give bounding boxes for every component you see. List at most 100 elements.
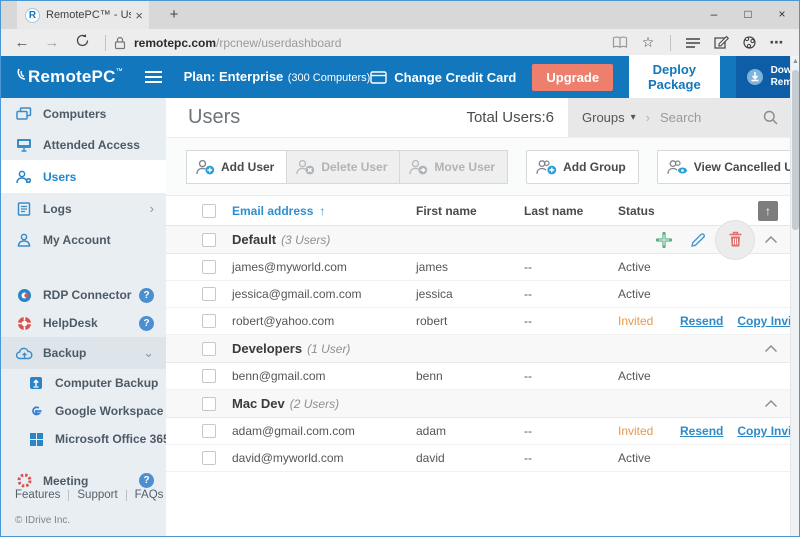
maximize-button[interactable]: □ <box>731 1 765 29</box>
tab-close-icon[interactable]: × <box>135 8 143 23</box>
sidebar-item-computer-backup[interactable]: Computer Backup <box>1 369 166 397</box>
favorites-star-icon[interactable]: ☆ <box>634 34 662 51</box>
user-checkbox[interactable] <box>202 287 216 301</box>
collapse-group-icon[interactable] <box>764 235 778 244</box>
page-scrollbar[interactable]: ▲ <box>790 56 799 536</box>
sidebar-spacer <box>1 255 166 281</box>
help-badge-icon[interactable]: ? <box>139 473 154 488</box>
close-button[interactable]: × <box>765 1 799 29</box>
sidebar-item-label: Computer Backup <box>55 376 158 390</box>
group-checkbox[interactable] <box>202 342 216 356</box>
sidebar-item-label: Meeting <box>43 474 88 488</box>
move-user-button[interactable]: Move User <box>399 150 508 184</box>
reading-view-icon[interactable] <box>606 36 634 49</box>
url-box[interactable]: remotepc.com/rpcnew/userdashboard <box>114 32 606 53</box>
move-user-label: Move User <box>434 160 495 174</box>
user-checkbox[interactable] <box>202 424 216 438</box>
share-icon[interactable] <box>735 35 763 50</box>
groups-dropdown-label: Groups <box>582 110 625 125</box>
group-checkbox-cell <box>166 397 216 411</box>
sidebar-item-rdp-connector[interactable]: RDP Connector ? <box>1 281 166 309</box>
remotepc-logo[interactable]: RemotePC ™ <box>15 67 123 87</box>
web-note-icon[interactable] <box>707 35 735 50</box>
sidebar-item-my-account[interactable]: My Account <box>1 224 166 255</box>
collapse-group-icon[interactable] <box>764 399 778 408</box>
minimize-button[interactable]: – <box>697 1 731 29</box>
back-button[interactable]: ← <box>7 34 37 51</box>
group-checkbox[interactable] <box>202 233 216 247</box>
hub-icon[interactable] <box>679 37 707 49</box>
user-email: adam@gmail.com.com <box>216 424 416 438</box>
user-checkbox[interactable] <box>202 314 216 328</box>
search-icon[interactable] <box>763 110 778 125</box>
faqs-link[interactable]: FAQs <box>135 489 164 501</box>
sidebar-item-computers[interactable]: Computers <box>1 98 166 129</box>
support-link[interactable]: Support <box>77 489 117 501</box>
sidebar-item-attended-access[interactable]: Attended Access <box>1 129 166 160</box>
sidebar-item-google-workspace[interactable]: Google Workspace <box>1 397 166 425</box>
sidebar-item-logs[interactable]: Logs › <box>1 193 166 224</box>
forward-button[interactable]: → <box>37 34 67 51</box>
delete-user-button[interactable]: Delete User <box>286 150 400 184</box>
page-header-right: Total Users:6 Groups ▾ › <box>466 98 790 137</box>
group-checkbox-cell <box>166 342 216 356</box>
edit-group-icon[interactable] <box>688 230 708 250</box>
sidebar-item-users[interactable]: Users <box>1 160 166 193</box>
scrollbar-thumb[interactable] <box>792 70 799 230</box>
browser-tab[interactable]: R RemotePC™ - User Man × <box>17 1 149 29</box>
user-first-name: adam <box>416 424 524 438</box>
sidebar-item-label: Attended Access <box>43 138 140 152</box>
groups-dropdown[interactable]: Groups ▾ <box>582 110 636 125</box>
user-checkbox[interactable] <box>202 260 216 274</box>
sidebar-spacer <box>1 453 166 465</box>
user-email: david@myworld.com <box>216 451 416 465</box>
rdp-connector-icon <box>15 288 33 303</box>
microsoft-office-icon <box>27 433 45 446</box>
user-checkbox-cell <box>166 451 216 465</box>
deploy-package-button[interactable]: Deploy Package <box>629 55 719 99</box>
add-user-button[interactable]: Add User <box>186 150 287 184</box>
add-group-button[interactable]: Add Group <box>526 150 639 184</box>
resend-link[interactable]: Resend <box>680 424 723 438</box>
view-cancelled-users-button[interactable]: View Cancelled Users <box>657 150 800 184</box>
upgrade-button[interactable]: Upgrade <box>532 64 613 91</box>
logs-icon <box>15 202 33 216</box>
more-actions-icon[interactable]: ⋯ <box>763 34 791 51</box>
resend-link[interactable]: Resend <box>680 314 723 328</box>
help-badge-icon[interactable]: ? <box>139 316 154 331</box>
url-path: /rpcnew/userdashboard <box>216 36 341 50</box>
tab-title: RemotePC™ - User Man <box>46 9 131 21</box>
user-checkbox[interactable] <box>202 369 216 383</box>
user-email: benn@gmail.com <box>216 369 416 383</box>
attended-access-icon <box>15 138 33 152</box>
sidebar-item-backup[interactable]: Backup ⌄ <box>1 337 166 369</box>
collapse-group-icon[interactable] <box>764 344 778 353</box>
move-user-icon <box>409 159 428 175</box>
download-icon <box>746 68 764 86</box>
delete-group-icon[interactable] <box>716 221 754 259</box>
scrollbar-up-arrow-icon[interactable]: ▲ <box>791 56 800 68</box>
scroll-to-top-button[interactable]: ↑ <box>758 201 778 221</box>
user-email: robert@yahoo.com <box>216 314 416 328</box>
change-credit-card-link[interactable]: Change Credit Card <box>370 70 516 85</box>
app-header: RemotePC ™ Plan: Enterprise (300 Compute… <box>1 56 799 98</box>
sidebar-item-helpdesk[interactable]: HelpDesk ? <box>1 309 166 337</box>
select-all-checkbox[interactable] <box>202 204 216 218</box>
user-last-name: -- <box>524 424 618 438</box>
user-status-cell: Active <box>618 369 790 383</box>
group-actions <box>754 344 778 353</box>
menu-hamburger-icon[interactable] <box>145 68 162 86</box>
add-user-to-group-icon[interactable] <box>654 230 674 250</box>
users-icon <box>15 170 33 184</box>
user-checkbox[interactable] <box>202 451 216 465</box>
help-badge-icon[interactable]: ? <box>139 288 154 303</box>
search-input[interactable] <box>660 110 740 125</box>
user-row: david@myworld.comdavid--Active <box>166 445 790 472</box>
refresh-button[interactable] <box>67 33 97 52</box>
user-email: james@myworld.com <box>216 260 416 274</box>
group-checkbox[interactable] <box>202 397 216 411</box>
email-address-header[interactable]: Email address <box>232 204 313 218</box>
new-tab-button[interactable]: + <box>161 4 187 26</box>
sidebar-item-microsoft-office-365[interactable]: Microsoft Office 365 <box>1 425 166 453</box>
features-link[interactable]: Features <box>15 489 60 501</box>
